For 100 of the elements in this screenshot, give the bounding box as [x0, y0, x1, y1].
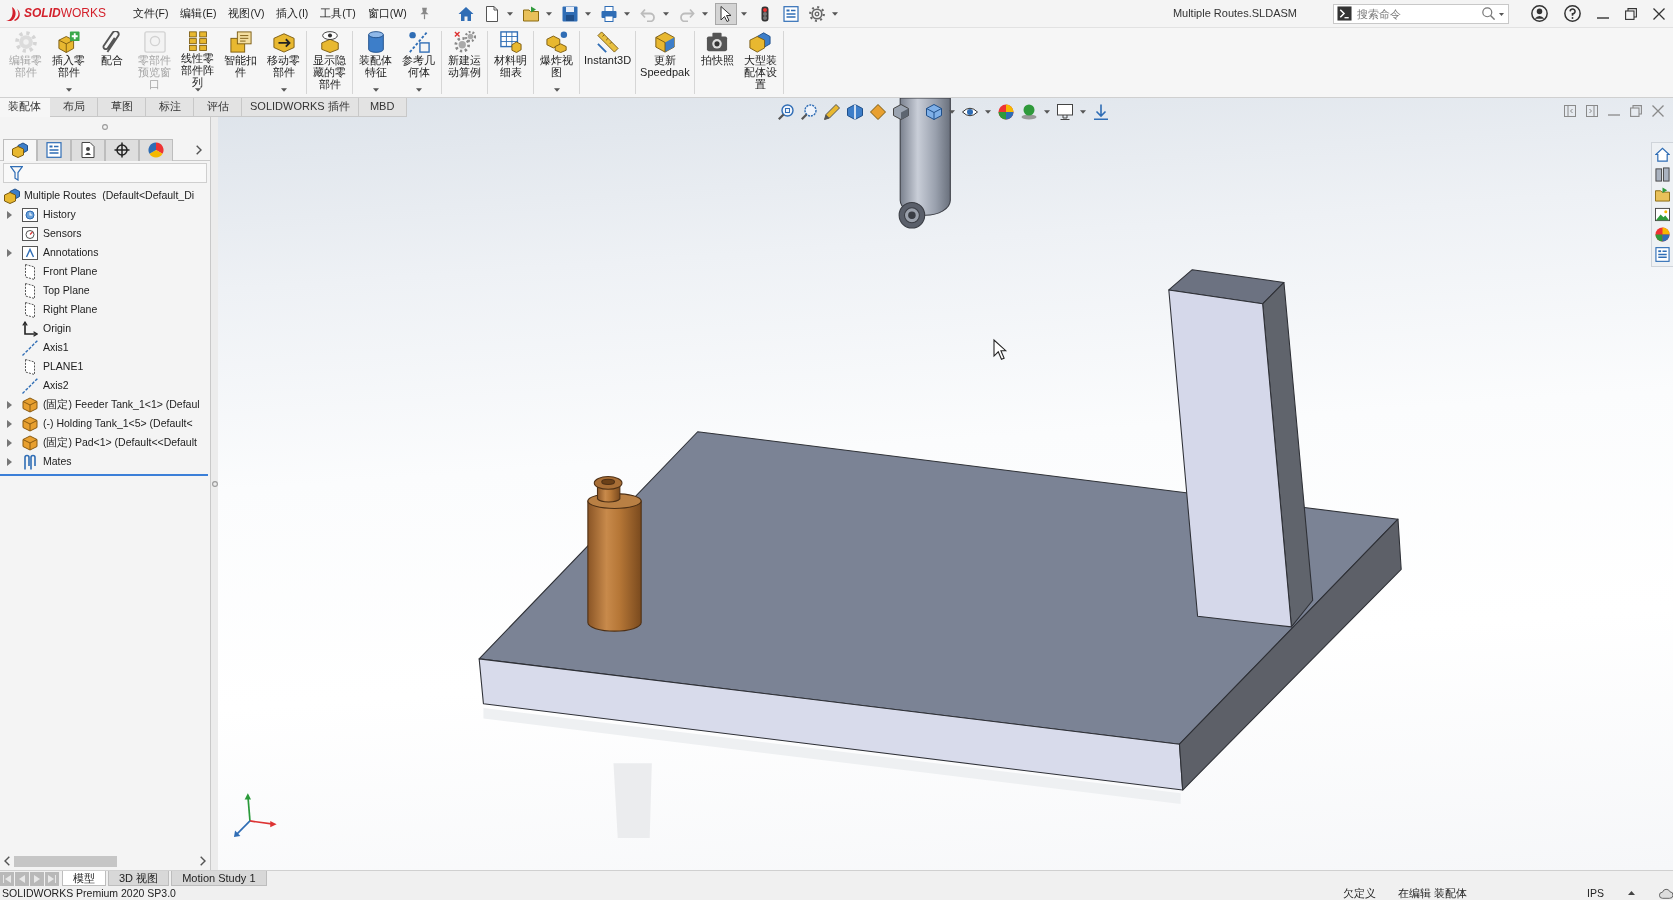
menu-item[interactable]: 编辑(E) [175, 5, 222, 22]
close-icon[interactable] [1653, 7, 1665, 20]
menu-item[interactable]: 文件(F) [128, 5, 174, 22]
command-tab[interactable]: 布局 [50, 98, 98, 117]
cylinders-icon[interactable] [1655, 167, 1670, 182]
ribbon-button[interactable]: 材料明细表 [489, 31, 532, 94]
tree-item[interactable]: Sensors [22, 225, 82, 242]
tree-item[interactable]: Right Plane [22, 301, 98, 318]
filter-icon[interactable] [10, 165, 23, 181]
cloud-icon[interactable] [1659, 887, 1673, 899]
ribbon-button[interactable]: 大型装配体设置 [738, 31, 782, 94]
color-ball-icon[interactable] [998, 104, 1014, 120]
folder-icon[interactable] [1655, 187, 1670, 202]
tree-item[interactable]: Front Plane [22, 263, 98, 280]
search-icon[interactable] [1482, 6, 1495, 20]
select-button[interactable] [714, 2, 737, 25]
grip-icon[interactable] [211, 481, 218, 487]
ribbon-button[interactable]: 拍快照 [695, 31, 739, 94]
expand-arrow-icon[interactable] [7, 457, 12, 466]
ribbon-button[interactable]: 新建运动算例 [443, 31, 486, 94]
caret-icon[interactable] [1044, 110, 1050, 114]
bottom-tab[interactable]: Motion Study 1 [171, 871, 267, 886]
units-status[interactable]: IPS [1587, 886, 1604, 900]
caret-icon[interactable] [280, 88, 287, 92]
bottom-tab[interactable]: 模型 [62, 871, 106, 886]
tree-item[interactable]: Axis1 [22, 339, 69, 356]
scrollbar-thumb[interactable] [14, 855, 117, 867]
menu-item[interactable]: 工具(T) [315, 5, 361, 22]
arrow-down-icon[interactable] [1093, 104, 1109, 120]
menu-item[interactable]: 插入(I) [271, 5, 314, 22]
tile-right-icon[interactable] [1586, 105, 1598, 117]
user-icon[interactable] [1531, 5, 1548, 22]
tree-item[interactable]: Mates [22, 453, 72, 470]
menu-item[interactable]: 视图(V) [223, 5, 270, 22]
panel-tab[interactable] [3, 138, 37, 161]
section-cube-icon[interactable] [847, 104, 863, 120]
block-part[interactable] [1168, 269, 1314, 628]
caret-icon[interactable] [623, 11, 630, 16]
expand-arrow-icon[interactable] [7, 248, 12, 257]
ribbon-button[interactable]: 移动零部件 [262, 31, 305, 94]
panel-tab[interactable] [71, 138, 105, 161]
pipe-part[interactable] [898, 98, 951, 229]
restore-icon[interactable] [1625, 7, 1637, 20]
cube-icon[interactable] [926, 104, 942, 120]
ball-ground-icon[interactable] [1021, 104, 1037, 120]
expand-arrow-icon[interactable] [7, 419, 12, 428]
ribbon-button[interactable]: 智能扣件 [219, 31, 262, 94]
bottom-tab[interactable]: 3D 视图 [108, 871, 170, 886]
filter-field[interactable] [3, 163, 207, 183]
chevron-right-icon[interactable] [200, 856, 206, 866]
caret-icon[interactable] [584, 11, 591, 16]
expand-arrow-icon[interactable] [7, 210, 12, 219]
tree-item[interactable]: Top Plane [22, 282, 90, 299]
tree-item[interactable]: (固定) Feeder Tank_1<1> (Defaul [22, 396, 200, 413]
tree-item[interactable]: PLANE1 [22, 358, 84, 375]
expand-arrow-icon[interactable] [7, 438, 12, 447]
list-icon[interactable] [1655, 247, 1670, 262]
caret-icon[interactable] [1080, 110, 1086, 114]
ribbon-button[interactable]: 更新 Speedpak [637, 31, 693, 94]
caret-icon[interactable] [545, 11, 552, 16]
tree-item[interactable]: (-) Holding Tank_1<5> (Default< [22, 415, 193, 432]
caret-icon[interactable] [65, 88, 72, 92]
caret-icon[interactable] [506, 11, 513, 16]
caret-icon[interactable] [1499, 12, 1504, 16]
tree-item[interactable]: Origin [22, 320, 71, 337]
zoom-fit-icon[interactable] [778, 104, 794, 120]
tree-item[interactable]: History [22, 206, 76, 223]
ribbon-button[interactable]: 参考几何体 [397, 31, 440, 94]
command-tab[interactable]: 评估 [194, 98, 242, 117]
tree-item[interactable]: Multiple Routes (Default<Default_Di [4, 187, 195, 204]
command-tab[interactable]: 标注 [146, 98, 194, 117]
expand-arrow-icon[interactable] [7, 400, 12, 409]
panel-tab[interactable] [105, 138, 139, 161]
command-tab[interactable]: 草图 [98, 98, 146, 117]
help-icon[interactable] [1564, 5, 1581, 22]
caret-icon[interactable] [372, 88, 379, 92]
grip-icon[interactable] [102, 124, 108, 130]
chevron-right-icon[interactable] [196, 144, 202, 155]
pencil-icon[interactable] [824, 104, 840, 120]
ribbon-button[interactable]: Instant3D [581, 31, 635, 94]
tree-item[interactable]: Axis2 [22, 377, 69, 394]
ribbon-button[interactable]: 配合 [90, 31, 133, 94]
ribbon-button[interactable]: 插入零部件 [47, 31, 90, 94]
color-ball-icon[interactable] [1655, 227, 1670, 242]
caret-icon[interactable] [831, 11, 838, 16]
tile-left-icon[interactable] [1564, 105, 1576, 117]
ribbon-button[interactable]: 爆炸视图 [535, 31, 578, 94]
ribbon-button[interactable]: 装配体特征 [354, 31, 397, 94]
caret-icon[interactable] [740, 11, 747, 16]
diamond-icon[interactable] [870, 104, 886, 120]
search-field[interactable]: 搜索命令 [1333, 3, 1509, 24]
ribbon-button[interactable]: 线性零部件阵列 [176, 31, 219, 94]
caret-up-icon[interactable] [1628, 891, 1635, 895]
command-tab[interactable]: 装配体 [0, 98, 50, 117]
plate-part[interactable] [478, 431, 1402, 791]
caret-icon[interactable] [553, 88, 560, 92]
picture-icon[interactable] [1655, 207, 1670, 222]
zoom-area-icon[interactable] [801, 104, 817, 120]
minimize-icon[interactable] [1597, 16, 1609, 19]
caret-icon[interactable] [415, 88, 422, 92]
